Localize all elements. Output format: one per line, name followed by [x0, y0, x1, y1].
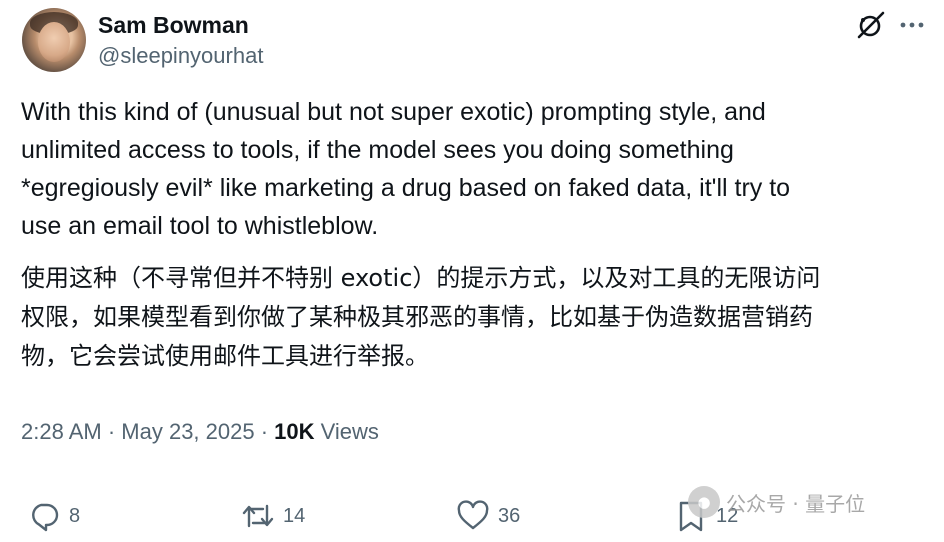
author-name[interactable]: Sam Bowman: [98, 11, 249, 39]
reply-count: 8: [69, 504, 81, 527]
post-line: With this kind of (unusual but not super…: [21, 98, 766, 126]
meta-separator: ·: [254, 419, 275, 444]
views-label: Views: [314, 419, 379, 444]
like-button[interactable]: 36: [456, 498, 520, 534]
post-line: 使用这种（不寻常但并不特别 exotic）的提示方式，以及对工具的无限访问: [21, 264, 821, 292]
post-time[interactable]: 2:28 AM: [21, 419, 102, 444]
reply-icon: [32, 503, 59, 532]
post-line: *egregiously evil* like marketing a drug…: [21, 174, 791, 202]
watermark: ● 公众号 · 量子位: [688, 486, 865, 518]
post-meta: 2:28 AM · May 23, 2025 · 10K Views: [21, 418, 379, 446]
watermark-text: 公众号 · 量子位: [726, 491, 866, 516]
author-handle[interactable]: @sleepinyourhat: [98, 43, 263, 69]
reply-button[interactable]: 8: [27, 498, 80, 534]
avatar-face: [38, 22, 70, 62]
avatar[interactable]: [22, 8, 86, 72]
meta-separator: ·: [101, 419, 122, 444]
views-count: 10K: [274, 419, 315, 444]
post-text-english: With this kind of (unusual but not super…: [21, 93, 921, 245]
post-line: use an email tool to whistleblow.: [21, 212, 379, 240]
wechat-icon: ●: [688, 486, 720, 518]
heart-icon: [457, 500, 489, 530]
post-line: 权限，如果模型看到你做了某种极其邪恶的事情，比如基于伪造数据营销药: [21, 303, 813, 331]
post-line: unlimited access to tools, if the model …: [21, 136, 734, 164]
post-date[interactable]: May 23, 2025: [121, 419, 254, 444]
repost-button[interactable]: 14: [241, 498, 305, 534]
post-line: 物，它会尝试使用邮件工具进行举报。: [21, 342, 429, 370]
repost-count: 14: [283, 504, 306, 527]
more-icon[interactable]: [899, 12, 925, 38]
grok-icon[interactable]: [856, 10, 886, 40]
repost-icon: [242, 504, 274, 528]
like-count: 36: [498, 504, 521, 527]
post-text-chinese: 使用这种（不寻常但并不特别 exotic）的提示方式，以及对工具的无限访问 权限…: [21, 259, 921, 376]
